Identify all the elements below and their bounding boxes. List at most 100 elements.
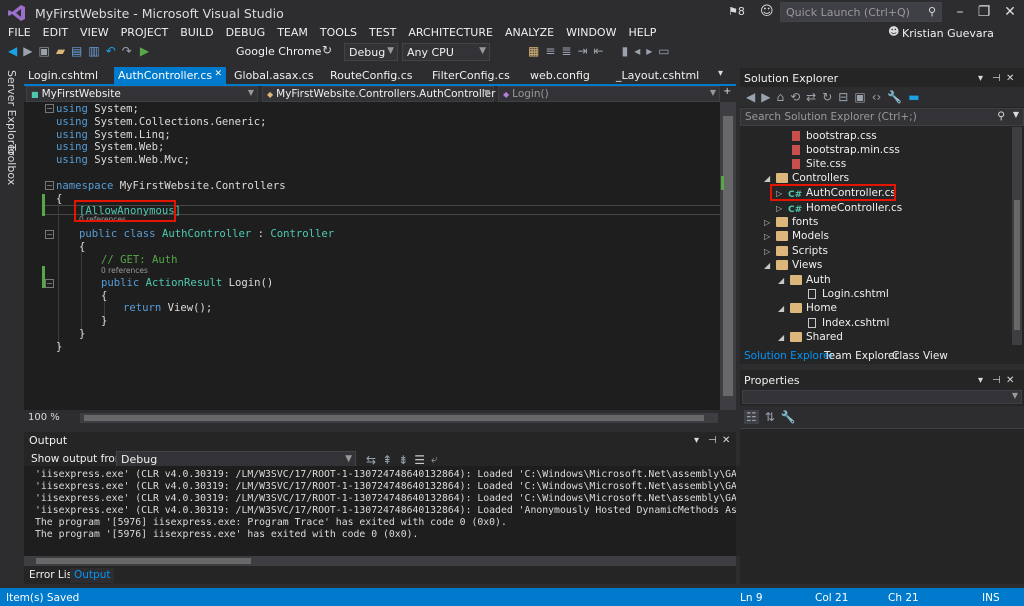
tab-team-explorer[interactable]: Team Explorer <box>824 350 899 362</box>
split-window-icon[interactable]: + <box>723 86 731 97</box>
sync-icon[interactable]: ⟲ <box>790 90 800 104</box>
collapse-all-icon[interactable]: ⊟ <box>838 90 848 104</box>
property-pages-icon[interactable]: 🔧 <box>781 410 796 424</box>
menu-tools[interactable]: TOOLS <box>320 26 357 39</box>
view-code-icon[interactable]: ‹› <box>872 90 882 104</box>
expanded-arrow-icon[interactable]: ◢ <box>778 302 790 316</box>
expanded-arrow-icon[interactable]: ◢ <box>764 259 776 273</box>
platform-combo[interactable]: Any CPU ▼ <box>402 43 490 61</box>
back-icon[interactable]: ◀ <box>8 44 17 58</box>
server-explorer-tab[interactable]: Server Explorer <box>5 70 18 155</box>
collapsed-arrow-icon[interactable]: ▷ <box>776 202 788 216</box>
tab-login-cshtml[interactable]: Login.cshtml <box>24 67 102 85</box>
menu-file[interactable]: FILE <box>8 26 31 39</box>
code-lens-references[interactable]: 0 references <box>101 266 148 275</box>
tree-item-models[interactable]: ▷ Models <box>764 229 829 243</box>
uncomment-icon[interactable]: ≣ <box>561 44 571 58</box>
close-panel-icon[interactable]: ✕ <box>1006 375 1014 386</box>
pin-icon[interactable]: ⊣ <box>992 73 1001 84</box>
back-icon[interactable]: ◀ <box>746 90 755 104</box>
tree-item-home[interactable]: ◢ Home <box>778 301 837 315</box>
preview-icon[interactable]: ▬ <box>908 90 919 104</box>
next-bookmark-icon[interactable]: ▸ <box>646 44 652 58</box>
tab-layout-cshtml[interactable]: _Layout.cshtml <box>612 67 703 85</box>
close-button[interactable]: ✕ <box>996 2 1024 22</box>
collapse-toggle[interactable]: − <box>45 181 54 190</box>
menu-analyze[interactable]: ANALYZE <box>505 26 554 39</box>
close-panel-icon[interactable]: ✕ <box>1006 73 1014 84</box>
tab-routeconfig-cs[interactable]: RouteConfig.cs <box>326 67 417 85</box>
menu-build[interactable]: BUILD <box>180 26 213 39</box>
collapse-toggle[interactable]: − <box>45 104 54 113</box>
tab-filterconfig-cs[interactable]: FilterConfig.cs <box>428 67 514 85</box>
window-position-icon[interactable]: ▾ <box>694 435 699 446</box>
tree-item-views[interactable]: ◢ Views <box>764 258 822 272</box>
chevron-down-icon[interactable]: ▼ <box>1013 110 1019 119</box>
indent-icon[interactable]: ⇥ <box>577 44 587 58</box>
window-position-icon[interactable]: ▾ <box>978 73 983 84</box>
class-combo[interactable]: ◆ MyFirstWebsite.Controllers.AuthControll… <box>262 86 495 102</box>
tab-overflow-icon[interactable]: ▾ <box>718 68 723 79</box>
menu-architecture[interactable]: ARCHITECTURE <box>408 26 493 39</box>
zoom-level[interactable]: 100 % <box>28 412 60 423</box>
save-all-icon[interactable]: ▥ <box>88 44 99 58</box>
tab-authcontroller-cs[interactable]: AuthController.cs ✕ <box>114 67 226 85</box>
home-icon[interactable]: ⌂ <box>776 90 784 104</box>
toolbox-tab[interactable]: Toolbox <box>5 144 18 185</box>
new-project-icon[interactable]: ▣ <box>38 44 49 58</box>
pin-icon[interactable]: ⊣ <box>708 435 717 446</box>
previous-message-icon[interactable]: ⇞ <box>382 453 392 467</box>
expanded-arrow-icon[interactable]: ◢ <box>778 274 790 288</box>
output-hscroll-thumb[interactable] <box>36 558 251 564</box>
redo-icon[interactable]: ↷ <box>122 44 132 58</box>
collapsed-arrow-icon[interactable]: ▷ <box>764 216 776 230</box>
menu-test[interactable]: TEST <box>369 26 396 39</box>
tab-web-config[interactable]: web.config <box>526 67 594 85</box>
forward-icon[interactable]: ▶ <box>23 44 32 58</box>
editor-hscroll-thumb[interactable] <box>84 415 704 421</box>
configuration-combo[interactable]: Debug ▼ <box>344 43 398 61</box>
pending-changes-icon[interactable]: ⇄ <box>806 90 816 104</box>
prev-bookmark-icon[interactable]: ◂ <box>634 44 640 58</box>
tree-item-controllers[interactable]: ◢ Controllers <box>764 171 849 185</box>
tree-item-site-css[interactable]: Site.css <box>792 157 846 171</box>
tree-item-scripts[interactable]: ▷ Scripts <box>764 244 828 258</box>
quick-launch-input[interactable]: Quick Launch (Ctrl+Q) ⚲ <box>780 2 942 22</box>
save-icon[interactable]: ▤ <box>71 44 82 58</box>
expanded-arrow-icon[interactable]: ◢ <box>778 331 790 345</box>
clear-bookmarks-icon[interactable]: ▭ <box>658 44 669 58</box>
comment-icon[interactable]: ≡ <box>545 44 555 58</box>
run-icon[interactable]: ▶ <box>140 44 149 58</box>
outdent-icon[interactable]: ⇤ <box>594 44 604 58</box>
tab-global-asax-cs[interactable]: Global.asax.cs <box>230 67 318 85</box>
browser-selector[interactable]: Google Chrome <box>236 45 321 58</box>
refresh-icon[interactable]: ↻ <box>322 43 332 57</box>
tree-item-shared[interactable]: ◢ Shared <box>778 330 843 344</box>
refresh-icon[interactable]: ↻ <box>822 90 832 104</box>
close-panel-icon[interactable]: ✕ <box>722 435 730 446</box>
pin-icon[interactable]: ⊣ <box>992 375 1001 386</box>
clear-all-icon[interactable]: ☰ <box>414 453 425 467</box>
project-combo[interactable]: ■ MyFirstWebsite ▼ <box>26 86 258 102</box>
window-position-icon[interactable]: ▾ <box>978 375 983 386</box>
menu-window[interactable]: WINDOW <box>566 26 616 39</box>
output-source-combo[interactable]: Debug ▼ <box>116 451 356 467</box>
collapsed-arrow-icon[interactable]: ▷ <box>764 230 776 244</box>
notifications-flag[interactable]: ⚑8 <box>728 5 745 18</box>
menu-project[interactable]: PROJECT <box>121 26 169 39</box>
alphabetical-icon[interactable]: ⇅ <box>765 410 775 424</box>
find-message-icon[interactable]: ⇆ <box>366 453 376 467</box>
next-message-icon[interactable]: ⇟ <box>398 453 408 467</box>
solution-search-input[interactable]: Search Solution Explorer (Ctrl+;) ⚲ ▼ <box>740 108 1024 126</box>
user-name[interactable]: Kristian Guevara <box>902 27 994 40</box>
categorized-icon[interactable]: ☷ <box>744 410 759 424</box>
collapse-toggle[interactable]: − <box>45 279 54 288</box>
tab-class-view[interactable]: Class View <box>892 350 948 362</box>
feedback-icon[interactable]: ☺ <box>760 4 774 19</box>
menu-edit[interactable]: EDIT <box>43 26 68 39</box>
tree-item-login-cshtml[interactable]: Login.cshtml <box>808 287 889 301</box>
tree-item-fonts[interactable]: ▷ fonts <box>764 215 818 229</box>
find-in-files-icon[interactable]: ▦ <box>528 44 539 58</box>
bookmark-icon[interactable]: ▮ <box>622 44 629 58</box>
tree-item-index-cshtml[interactable]: Index.cshtml <box>808 316 889 330</box>
